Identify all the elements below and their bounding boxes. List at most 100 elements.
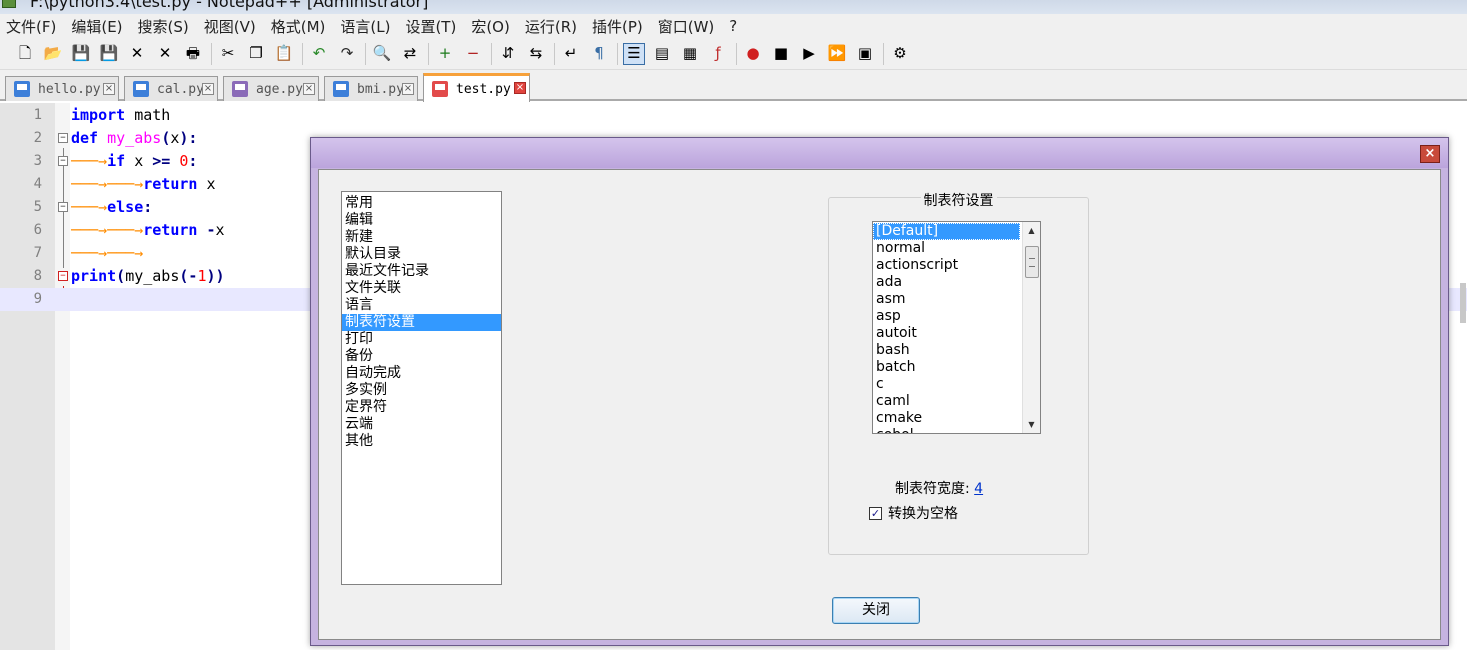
menu-item[interactable]: 插件(P) <box>592 16 643 37</box>
menu-item[interactable]: 语言(L) <box>340 16 390 37</box>
indent-guide-icon[interactable]: ☰ <box>623 42 645 65</box>
dialog-close-icon[interactable]: × <box>1420 145 1440 163</box>
category-item[interactable]: 常用 <box>342 195 501 212</box>
new-file-icon[interactable]: 🗋 <box>14 43 36 65</box>
category-item[interactable]: 打印 <box>342 331 501 348</box>
word-wrap-icon[interactable]: ↵ <box>560 43 582 65</box>
editor-scrollbar[interactable] <box>1460 283 1466 323</box>
language-item[interactable]: asm <box>873 291 1020 308</box>
language-item[interactable]: autoit <box>873 325 1020 342</box>
language-item[interactable]: bash <box>873 342 1020 359</box>
language-item[interactable]: batch <box>873 359 1020 376</box>
undo-icon[interactable]: ↶ <box>308 43 330 65</box>
category-item[interactable]: 自动完成 <box>342 365 501 382</box>
copy-icon[interactable]: ❐ <box>245 43 267 65</box>
convert-to-spaces-checkbox[interactable]: ✓ <box>869 506 882 520</box>
category-item[interactable]: 备份 <box>342 348 501 365</box>
scroll-up-icon[interactable]: ▲ <box>1023 222 1040 239</box>
doc-map-icon[interactable]: ▦ <box>679 43 701 65</box>
save-icon[interactable]: 💾 <box>70 43 92 65</box>
function-list-icon[interactable]: ƒ <box>707 43 729 65</box>
file-icon <box>232 81 248 97</box>
scroll-thumb[interactable] <box>1025 246 1039 278</box>
menu-item[interactable]: 设置(T) <box>405 16 456 37</box>
paste-icon[interactable]: 📋 <box>273 43 295 65</box>
run-macro-multiple-icon[interactable]: ⏩ <box>826 43 848 65</box>
language-item[interactable]: asp <box>873 308 1020 325</box>
zoom-in-icon[interactable]: + <box>434 43 456 65</box>
tab-close-icon[interactable]: × <box>202 83 214 95</box>
category-item[interactable]: 编辑 <box>342 212 501 229</box>
tab-bmi-py[interactable]: bmi.py × <box>324 76 418 101</box>
menu-item[interactable]: 搜索(S) <box>138 16 189 37</box>
replace-icon[interactable]: ⇄ <box>399 43 421 65</box>
stop-record-icon[interactable]: ■ <box>770 43 792 65</box>
menu-item[interactable]: 文件(F) <box>6 16 56 37</box>
fold-toggle-icon[interactable]: − <box>58 271 68 281</box>
tab-cal-py[interactable]: cal.py × <box>124 76 218 101</box>
user-define-icon[interactable]: ▤ <box>651 43 673 65</box>
menu-item[interactable]: 宏(O) <box>471 16 510 37</box>
category-list[interactable]: 常用 编辑 新建 默认目录 最近文件记录 文件关联 语言 制表符设置 打印 备份 自动完成 多实例 定界… <box>341 191 502 585</box>
language-list-scrollbar[interactable]: ▲ ▼ <box>1022 222 1040 433</box>
language-item[interactable]: cobol <box>873 427 1020 433</box>
category-item[interactable]: 文件关联 <box>342 280 501 297</box>
convert-to-spaces-row[interactable]: ✓ 转换为空格 <box>869 503 958 523</box>
menu-item[interactable]: 运行(R) <box>525 16 577 37</box>
tab-close-icon[interactable]: × <box>303 83 315 95</box>
sync-horizontal-icon[interactable]: ⇆ <box>525 43 547 65</box>
tab-hello-py[interactable]: hello.py × <box>5 76 119 101</box>
category-item[interactable]: 其他 <box>342 433 501 450</box>
close-button[interactable]: 关闭 <box>832 597 920 624</box>
open-file-icon[interactable]: 📂 <box>42 43 64 65</box>
category-item[interactable]: 最近文件记录 <box>342 263 501 280</box>
category-item[interactable]: 制表符设置 <box>342 314 501 331</box>
show-all-chars-icon[interactable]: ¶ <box>588 43 610 65</box>
tab-close-icon[interactable]: × <box>514 82 526 94</box>
fold-toggle-icon[interactable]: − <box>58 202 68 212</box>
plugin-icon[interactable]: ⚙ <box>889 43 911 65</box>
sync-vertical-icon[interactable]: ⇵ <box>497 43 519 65</box>
language-item[interactable]: c <box>873 376 1020 393</box>
menu-item[interactable]: 窗口(W) <box>658 16 715 37</box>
code-line[interactable]: 1 import math <box>0 104 1467 127</box>
language-item[interactable]: actionscript <box>873 257 1020 274</box>
language-item[interactable]: caml <box>873 393 1020 410</box>
category-item[interactable]: 云端 <box>342 416 501 433</box>
language-list[interactable]: [Default] normal actionscript ada asm asp auto… <box>872 221 1041 434</box>
play-macro-icon[interactable]: ▶ <box>798 43 820 65</box>
tab-width-value-link[interactable]: 4 <box>974 481 983 497</box>
tab-age-py[interactable]: age.py × <box>223 76 319 101</box>
tab-close-icon[interactable]: × <box>103 83 115 95</box>
category-item[interactable]: 语言 <box>342 297 501 314</box>
redo-icon[interactable]: ↷ <box>336 43 358 65</box>
language-item[interactable]: cmake <box>873 410 1020 427</box>
close-all-icon[interactable]: ✕ <box>154 43 176 65</box>
tab-close-icon[interactable]: × <box>402 83 414 95</box>
dialog-titlebar[interactable]: × <box>311 138 1448 168</box>
record-macro-icon[interactable]: ● <box>742 43 764 65</box>
close-icon[interactable]: ✕ <box>126 43 148 65</box>
category-item[interactable]: 多实例 <box>342 382 501 399</box>
cut-icon[interactable]: ✂ <box>217 43 239 65</box>
save-macro-icon[interactable]: ▣ <box>854 43 876 65</box>
tab-test-py[interactable]: test.py × <box>423 73 530 102</box>
menu-item[interactable]: 格式(M) <box>271 16 326 37</box>
print-icon[interactable]: 🖶 <box>182 43 204 65</box>
scroll-down-icon[interactable]: ▼ <box>1023 416 1040 433</box>
menu-item[interactable]: 视图(V) <box>204 16 256 37</box>
category-item[interactable]: 定界符 <box>342 399 501 416</box>
language-item[interactable]: ada <box>873 274 1020 291</box>
fold-toggle-icon[interactable]: − <box>58 133 68 143</box>
category-item[interactable]: 默认目录 <box>342 246 501 263</box>
language-item[interactable]: [Default] <box>873 223 1020 240</box>
fold-toggle-icon[interactable]: − <box>58 156 68 166</box>
category-item[interactable]: 新建 <box>342 229 501 246</box>
menu-item[interactable]: ? <box>729 17 737 35</box>
convert-to-spaces-label[interactable]: 转换为空格 <box>888 503 958 523</box>
save-all-icon[interactable]: 💾 <box>98 43 120 65</box>
menu-item[interactable]: 编辑(E) <box>71 16 122 37</box>
language-item[interactable]: normal <box>873 240 1020 257</box>
zoom-out-icon[interactable]: − <box>462 43 484 65</box>
find-icon[interactable]: 🔍 <box>371 43 393 65</box>
